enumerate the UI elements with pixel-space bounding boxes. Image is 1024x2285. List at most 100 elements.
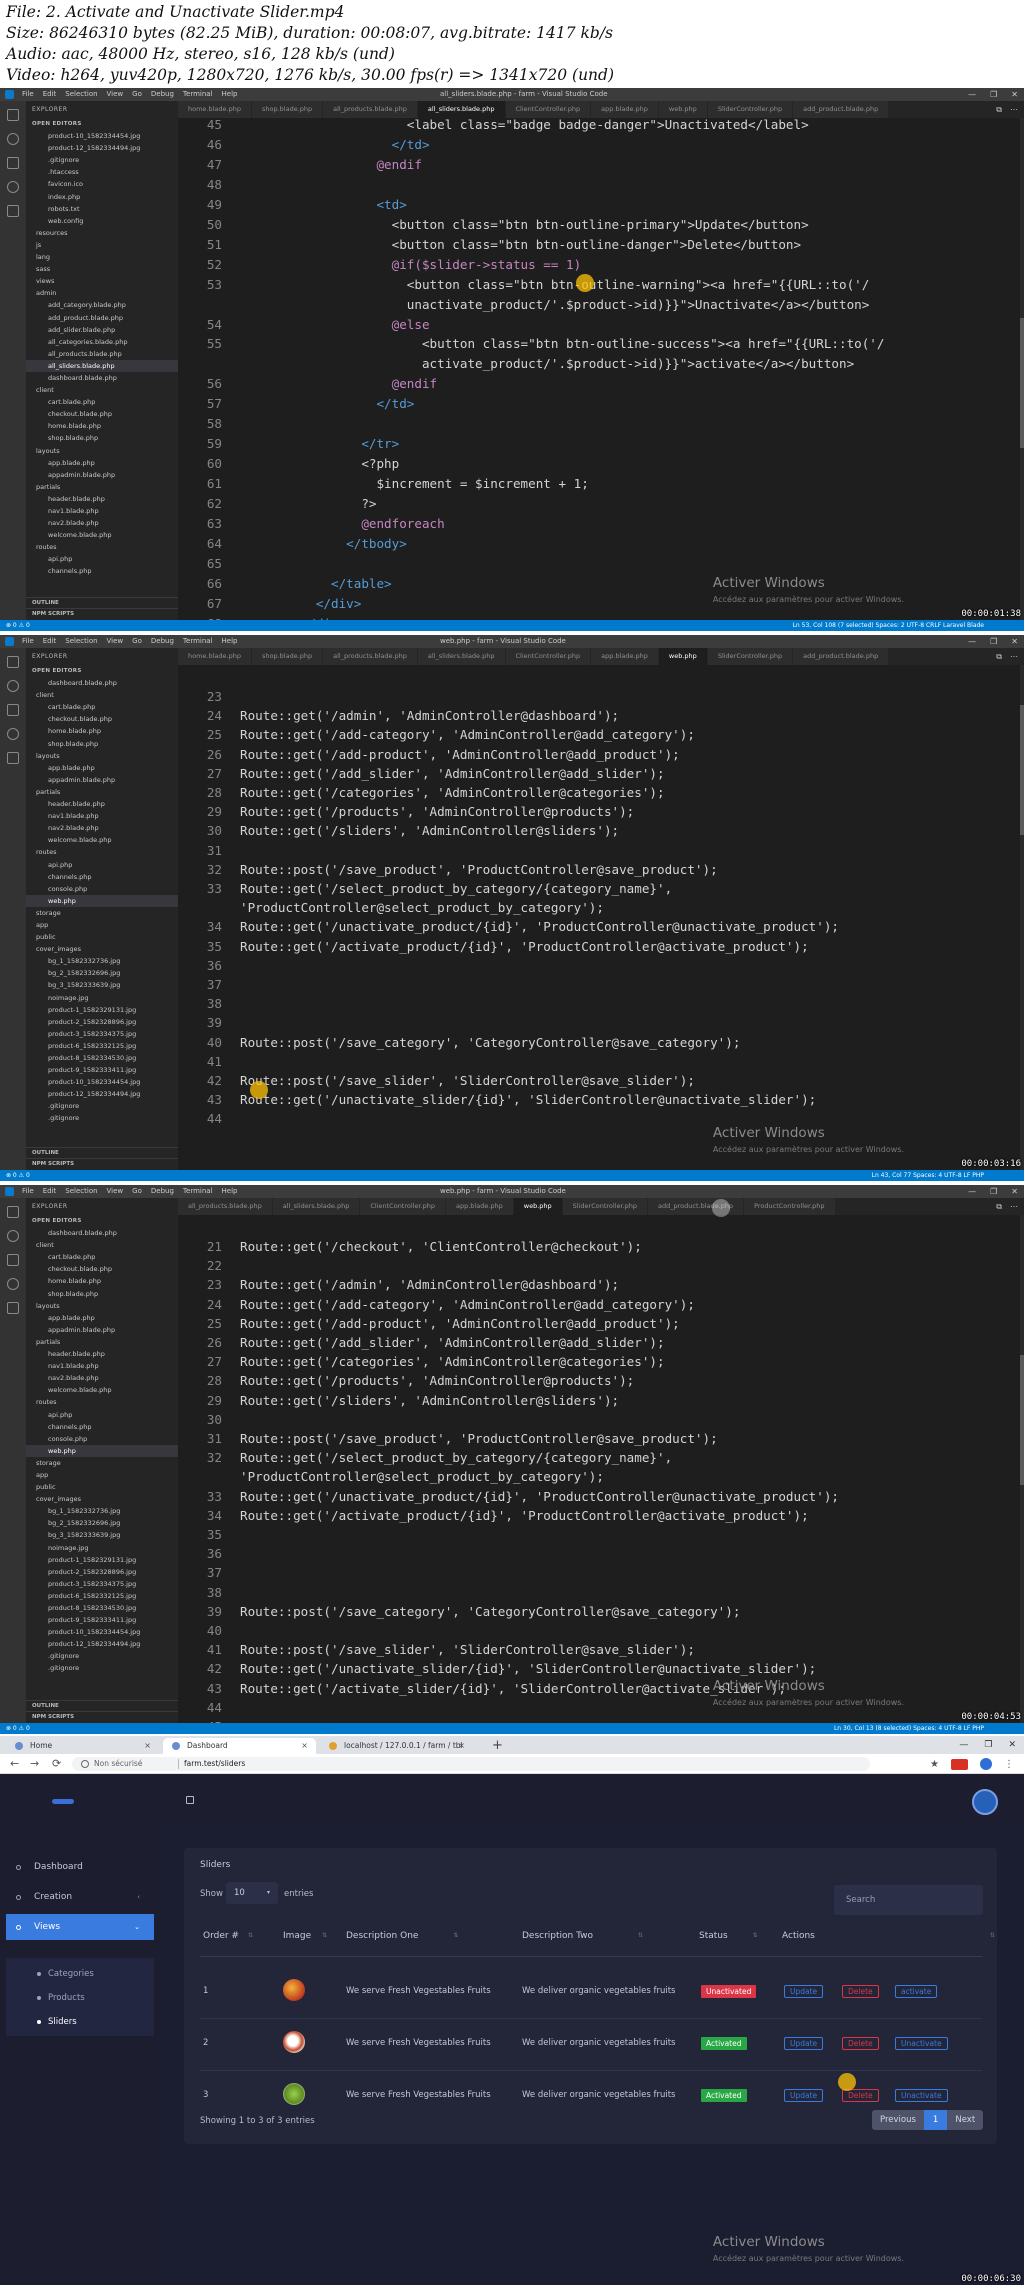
explorer-file[interactable]: all_categories.blade.php	[26, 336, 178, 348]
editor-tab[interactable]: SliderController.php	[562, 1198, 649, 1215]
explorer-file[interactable]: product-6_1582332125.jpg	[26, 1040, 178, 1052]
extension-icon[interactable]	[951, 1758, 968, 1770]
column-header-desc-two[interactable]: Description Two ⇅	[522, 1925, 643, 1947]
explorer-file[interactable]: api.php	[26, 553, 178, 565]
menu-item-selection[interactable]: Selection	[65, 635, 97, 648]
search-icon[interactable]	[7, 680, 19, 692]
menu-item-help[interactable]: Help	[222, 635, 238, 648]
files-icon[interactable]	[7, 656, 19, 668]
explorer-file[interactable]: bg_1_1582332736.jpg	[26, 1505, 178, 1517]
editor-tab[interactable]: shop.blade.php	[251, 648, 324, 665]
explorer-file[interactable]: product-6_1582332125.jpg	[26, 1590, 178, 1602]
explorer-file[interactable]: welcome.blade.php	[26, 1384, 178, 1396]
explorer-file[interactable]: product-2_1582328896.jpg	[26, 1566, 178, 1578]
editor-tab[interactable]: app.blade.php	[591, 648, 659, 665]
problems-indicator[interactable]: ⊗ 0 ⚠ 0	[6, 1723, 30, 1734]
explorer-folder[interactable]: app	[26, 1469, 178, 1481]
explorer-file[interactable]: checkout.blade.php	[26, 713, 178, 725]
explorer-file[interactable]: bg_2_1582332696.jpg	[26, 1517, 178, 1529]
explorer-file[interactable]: dashboard.blade.php	[26, 1227, 178, 1239]
sidebar-toggle-icon[interactable]	[186, 1796, 194, 1804]
explorer-file[interactable]: header.blade.php	[26, 493, 178, 505]
sidebar-item-views[interactable]: Views ⌄	[6, 1914, 154, 1940]
unactivate-button[interactable]: Unactivate	[895, 2089, 948, 2102]
previous-page-button[interactable]: Previous	[872, 2110, 924, 2130]
editor-scrollbar[interactable]	[1020, 118, 1024, 620]
editor-tab[interactable]: ProductController.php	[744, 1198, 836, 1215]
scrollbar-thumb[interactable]	[1020, 705, 1024, 835]
explorer-folder[interactable]: partials	[26, 481, 178, 493]
menu-item-terminal[interactable]: Terminal	[183, 88, 213, 101]
editor-tab[interactable]: SliderController.php	[707, 648, 794, 665]
menu-item-edit[interactable]: Edit	[43, 1185, 57, 1198]
explorer-folder[interactable]: public	[26, 931, 178, 943]
submenu-item-products[interactable]: Products	[6, 1986, 154, 2010]
menu-item-selection[interactable]: Selection	[65, 88, 97, 101]
explorer-file[interactable]: add_slider.blade.php	[26, 324, 178, 336]
split-editor-icon[interactable]: ⧉	[996, 1198, 1002, 1215]
explorer-file[interactable]: nav1.blade.php	[26, 810, 178, 822]
back-icon[interactable]: ←	[10, 1754, 19, 1774]
explorer-file[interactable]: product-8_1582334530.jpg	[26, 1052, 178, 1064]
problems-indicator[interactable]: ⊗ 0 ⚠ 0	[6, 1170, 30, 1181]
maximize-icon[interactable]: ❐	[984, 1736, 992, 1754]
explorer-file[interactable]: web.php	[26, 894, 178, 907]
search-input[interactable]	[834, 1885, 983, 1915]
explorer-file[interactable]: dashboard.blade.php	[26, 677, 178, 689]
unactivate-button[interactable]: Unactivate	[895, 2037, 948, 2050]
explorer-folder[interactable]: layouts	[26, 750, 178, 762]
editor-tab[interactable]: all_sliders.blade.php	[417, 648, 506, 665]
explorer-file[interactable]: bg_2_1582332696.jpg	[26, 967, 178, 979]
explorer-file[interactable]: product-9_1582333411.jpg	[26, 1064, 178, 1076]
explorer-file[interactable]: .gitignore	[26, 154, 178, 166]
menu-item-view[interactable]: View	[107, 88, 124, 101]
sidebar-item-creation[interactable]: Creation ‹	[6, 1884, 154, 1910]
explorer-file[interactable]: robots.txt	[26, 203, 178, 215]
explorer-folder[interactable]: views	[26, 275, 178, 287]
bookmark-star-icon[interactable]: ★	[930, 1759, 939, 1770]
menu-item-terminal[interactable]: Terminal	[183, 635, 213, 648]
explorer-file[interactable]: cart.blade.php	[26, 1251, 178, 1263]
editor-tab[interactable]: all_sliders.blade.php	[272, 1198, 361, 1215]
more-actions-icon[interactable]: ⋯	[1010, 1198, 1018, 1215]
column-header-order[interactable]: Order # ⇅	[203, 1925, 253, 1947]
cursor-position[interactable]: Ln 43, Col 77 Spaces: 4 UTF-8 LF PHP	[872, 1170, 984, 1181]
explorer-folder[interactable]: client	[26, 1239, 178, 1251]
explorer-file[interactable]: nav2.blade.php	[26, 517, 178, 529]
explorer-file[interactable]: all_sliders.blade.php	[26, 359, 178, 372]
files-icon[interactable]	[7, 109, 19, 121]
next-page-button[interactable]: Next	[947, 2110, 984, 2130]
close-window-icon[interactable]: ✕	[1011, 88, 1018, 101]
explorer-folder[interactable]: js	[26, 239, 178, 251]
explorer-file[interactable]: welcome.blade.php	[26, 834, 178, 846]
explorer-file[interactable]: channels.php	[26, 565, 178, 577]
menu-item-debug[interactable]: Debug	[151, 88, 174, 101]
npm-scripts-section[interactable]: NPM SCRIPTS	[26, 1158, 178, 1170]
explorer-file[interactable]: web.config	[26, 215, 178, 227]
menu-item-debug[interactable]: Debug	[151, 635, 174, 648]
column-header-image[interactable]: Image ⇅	[283, 1925, 327, 1947]
npm-scripts-section[interactable]: NPM SCRIPTS	[26, 1711, 178, 1723]
menu-item-help[interactable]: Help	[222, 1185, 238, 1198]
explorer-file[interactable]: api.php	[26, 859, 178, 871]
explorer-folder[interactable]: partials	[26, 1336, 178, 1348]
explorer-file[interactable]: .gitignore	[26, 1100, 178, 1112]
editor-tab[interactable]: web.php	[513, 1198, 563, 1215]
maximize-icon[interactable]: ❐	[990, 88, 997, 101]
explorer-file[interactable]: home.blade.php	[26, 1275, 178, 1287]
explorer-file[interactable]: appadmin.blade.php	[26, 1324, 178, 1336]
menu-item-help[interactable]: Help	[222, 88, 238, 101]
explorer-file[interactable]: channels.php	[26, 871, 178, 883]
update-button[interactable]: Update	[784, 1985, 824, 1998]
source-control-icon[interactable]	[7, 704, 19, 716]
url-text[interactable]: farm.test/sliders	[184, 1757, 245, 1771]
editor-tab[interactable]: ClientController.php	[360, 1198, 446, 1215]
extensions-icon[interactable]	[7, 752, 19, 764]
minimize-icon[interactable]: —	[968, 1185, 976, 1198]
column-header-desc-one[interactable]: Description One ⇅	[346, 1925, 458, 1947]
editor-tab[interactable]: all_products.blade.php	[323, 648, 418, 665]
cursor-position[interactable]: Ln 53, Col 108 (7 selected) Spaces: 2 UT…	[793, 620, 984, 631]
reload-icon[interactable]: ⟳	[52, 1754, 61, 1774]
menu-item-go[interactable]: Go	[132, 635, 142, 648]
explorer-folder[interactable]: sass	[26, 263, 178, 275]
